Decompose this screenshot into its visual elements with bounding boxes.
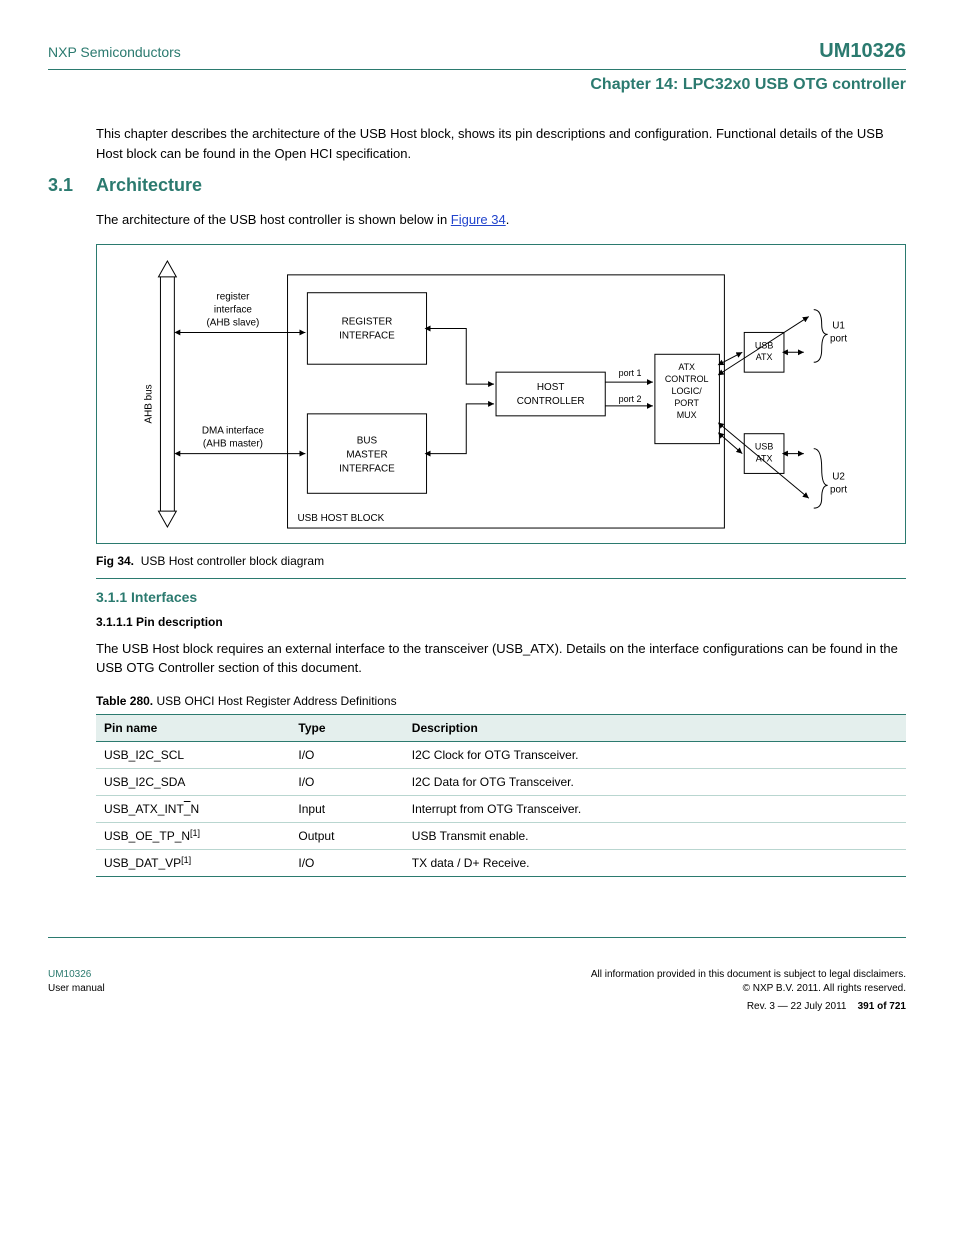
svg-text:HOST: HOST xyxy=(537,382,565,393)
usb-host-block-diagram: AHB bus USB HOST BLOCK REGISTER INTERFAC… xyxy=(107,255,895,533)
svg-text:port 2: port 2 xyxy=(619,393,642,403)
cell-type: Output xyxy=(290,822,403,849)
svg-text:REGISTER: REGISTER xyxy=(342,316,393,327)
pins-table: Pin name Type Description USB_I2C_SCLI/O… xyxy=(96,714,906,877)
col-desc: Description xyxy=(404,714,906,741)
cell-desc: USB Transmit enable. xyxy=(404,822,906,849)
cell-pin: USB_ATX_INT_N xyxy=(96,795,290,822)
table-row: USB_I2C_SDAI/OI2C Data for OTG Transceiv… xyxy=(96,768,906,795)
figure-caption: Fig 34. USB Host controller block diagra… xyxy=(96,554,906,568)
svg-text:USB: USB xyxy=(755,441,773,451)
arch-paragraph: The architecture of the USB host control… xyxy=(96,210,906,230)
col-type: Type xyxy=(290,714,403,741)
section-heading-architecture: 3.1Architecture xyxy=(48,175,906,196)
svg-text:BUS: BUS xyxy=(357,435,378,446)
svg-text:INTERFACE: INTERFACE xyxy=(339,463,395,474)
svg-text:(AHB master): (AHB master) xyxy=(203,438,263,449)
section-title: Architecture xyxy=(96,175,202,195)
table-row: USB_OE_TP_N[1]OutputUSB Transmit enable. xyxy=(96,822,906,849)
subheading-interfaces: 3.1.1 Interfaces xyxy=(96,589,906,605)
cell-type: I/O xyxy=(290,768,403,795)
cell-type: Input xyxy=(290,795,403,822)
svg-text:port 1: port 1 xyxy=(619,368,642,378)
cell-type: I/O xyxy=(290,741,403,768)
svg-text:port: port xyxy=(830,484,847,495)
header-company: NXP Semiconductors xyxy=(48,44,181,60)
footer-rule xyxy=(48,937,906,938)
col-pin: Pin name xyxy=(96,714,290,741)
page-footer: UM10326 User manual All information prov… xyxy=(48,968,906,1014)
section-rule xyxy=(96,578,906,579)
intro-paragraph: This chapter describes the architecture … xyxy=(96,124,906,163)
subheading-pin-description: 3.1.1.1 Pin description xyxy=(96,615,906,629)
cell-pin: USB_OE_TP_N[1] xyxy=(96,822,290,849)
svg-text:DMA interface: DMA interface xyxy=(202,425,265,436)
svg-text:ATX: ATX xyxy=(756,352,773,362)
svg-text:MUX: MUX xyxy=(677,409,697,419)
figure-34: AHB bus USB HOST BLOCK REGISTER INTERFAC… xyxy=(96,244,906,568)
cell-desc: I2C Clock for OTG Transceiver. xyxy=(404,741,906,768)
cell-pin: USB_I2C_SCL xyxy=(96,741,290,768)
header-docid: UM10326 xyxy=(819,40,906,63)
pin-desc-paragraph: The USB Host block requires an external … xyxy=(96,639,906,678)
svg-text:U2: U2 xyxy=(832,471,845,482)
label-usb-host-block: USB HOST BLOCK xyxy=(297,513,384,524)
table-row: USB_ATX_INT_NInputInterrupt from OTG Tra… xyxy=(96,795,906,822)
header-subtitle: Chapter 14: LPC32x0 USB OTG controller xyxy=(48,76,906,94)
table-row: USB_I2C_SCLI/OI2C Clock for OTG Transcei… xyxy=(96,741,906,768)
section-num: 3.1 xyxy=(48,175,96,196)
svg-text:PORT: PORT xyxy=(674,397,699,407)
cell-desc: Interrupt from OTG Transceiver. xyxy=(404,795,906,822)
figure-border: AHB bus USB HOST BLOCK REGISTER INTERFAC… xyxy=(96,244,906,544)
svg-text:CONTROL: CONTROL xyxy=(665,374,709,384)
table-caption: Table 280. USB OHCI Host Register Addres… xyxy=(96,694,906,708)
cell-type: I/O xyxy=(290,849,403,876)
cell-pin: USB_I2C_SDA xyxy=(96,768,290,795)
header-rule xyxy=(48,69,906,70)
svg-text:interface: interface xyxy=(214,304,252,315)
svg-text:port: port xyxy=(830,333,847,344)
cell-pin: USB_DAT_VP[1] xyxy=(96,849,290,876)
cell-desc: TX data / D+ Receive. xyxy=(404,849,906,876)
table-row: USB_DAT_VP[1]I/OTX data / D+ Receive. xyxy=(96,849,906,876)
svg-text:register: register xyxy=(216,291,250,302)
figure-link[interactable]: Figure 34 xyxy=(451,212,506,227)
svg-text:CONTROLLER: CONTROLLER xyxy=(517,395,585,406)
table-280: Table 280. USB OHCI Host Register Addres… xyxy=(96,694,906,877)
svg-text:ATX: ATX xyxy=(756,453,773,463)
svg-text:MASTER: MASTER xyxy=(346,449,387,460)
svg-text:INTERFACE: INTERFACE xyxy=(339,330,395,341)
table-header-row: Pin name Type Description xyxy=(96,714,906,741)
footer-right: All information provided in this documen… xyxy=(591,968,906,1014)
label-ahb-bus: AHB bus xyxy=(144,384,155,423)
svg-text:ATX: ATX xyxy=(678,362,695,372)
svg-text:(AHB slave): (AHB slave) xyxy=(206,317,259,328)
footer-left: UM10326 User manual xyxy=(48,968,105,1014)
svg-text:U1: U1 xyxy=(832,320,845,331)
cell-desc: I2C Data for OTG Transceiver. xyxy=(404,768,906,795)
page-header: NXP Semiconductors UM10326 xyxy=(48,40,906,63)
svg-text:LOGIC/: LOGIC/ xyxy=(672,386,703,396)
